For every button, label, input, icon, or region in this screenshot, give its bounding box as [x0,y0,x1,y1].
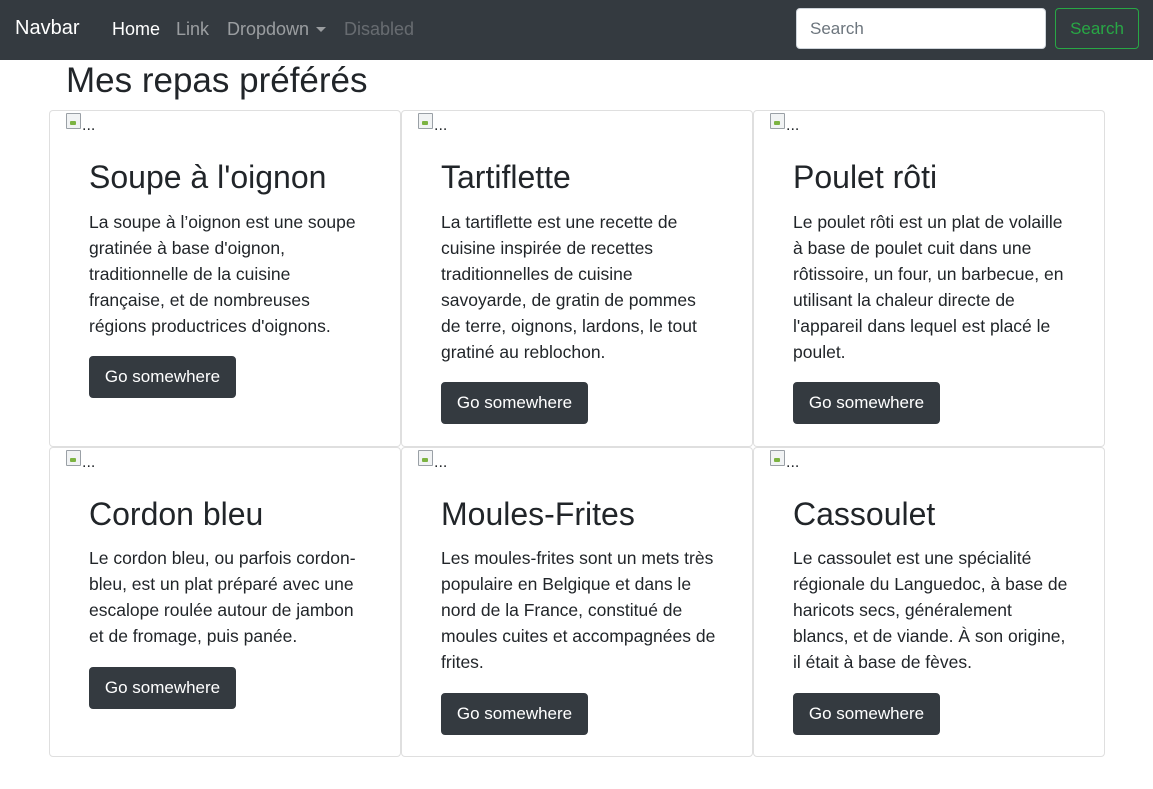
go-somewhere-button[interactable]: Go somewhere [793,382,940,424]
card-image: ... [418,450,447,473]
nav-dropdown-label: Dropdown [227,19,310,39]
nav-dropdown-toggle[interactable]: Dropdown [227,19,327,39]
card-image: ... [418,113,447,136]
card-image: ... [770,450,799,473]
broken-image-icon [770,113,785,129]
broken-image-icon [66,113,81,129]
go-somewhere-button[interactable]: Go somewhere [793,693,940,735]
go-somewhere-button[interactable]: Go somewhere [89,667,236,709]
nav-link-link[interactable]: Link [176,19,209,39]
card-title: Cordon bleu [89,496,264,532]
navbar: Navbar Home Link Dropdown Disabled Searc… [0,0,1153,60]
broken-image-icon [66,450,81,466]
page-title: Mes repas préférés [66,61,368,100]
card-cassoulet: ... Cassoulet Le cassoulet est une spéci… [753,447,1105,757]
search-input[interactable] [796,8,1046,49]
nav-link-home[interactable]: Home [112,19,160,39]
go-somewhere-button[interactable]: Go somewhere [441,382,588,424]
card-poulet: ... Poulet rôti Le poulet rôti est un pl… [753,110,1105,447]
go-somewhere-button[interactable]: Go somewhere [89,356,236,398]
card-title: Tartiflette [441,159,571,195]
card-title: Soupe à l'oignon [89,159,327,195]
chevron-down-icon [316,27,327,32]
card-text: Les moules-frites sont un mets très popu… [441,548,716,672]
card-image: ... [66,450,95,473]
card-moules-frites: ... Moules-Frites Les moules-frites sont… [401,447,753,757]
go-somewhere-button[interactable]: Go somewhere [441,693,588,735]
card-text: La tartiflette est une recette de cuisin… [441,212,697,362]
navbar-brand[interactable]: Navbar [15,16,79,40]
card-image: ... [66,113,95,136]
card-image: ... [770,113,799,136]
card-title: Cassoulet [793,496,936,532]
card-soupe: ... Soupe à l'oignon La soupe à l’oignon… [49,110,401,447]
card-cordon-bleu: ... Cordon bleu Le cordon bleu, ou parfo… [49,447,401,757]
card-text: Le poulet rôti est un plat de volaille à… [793,212,1064,362]
broken-image-icon [418,113,433,129]
search-button[interactable]: Search [1055,8,1139,49]
card-text: Le cordon bleu, ou parfois cordon-bleu, … [89,548,356,646]
card-title: Poulet rôti [793,159,938,195]
broken-image-icon [770,450,785,466]
nav-link-disabled: Disabled [344,19,415,39]
card-text: La soupe à l’oignon est une soupe gratin… [89,212,356,336]
card-title: Moules-Frites [441,496,635,532]
card-text: Le cassoulet est une spécialité régional… [793,548,1068,672]
card-tartiflette: ... Tartiflette La tartiflette est une r… [401,110,753,447]
broken-image-icon [418,450,433,466]
